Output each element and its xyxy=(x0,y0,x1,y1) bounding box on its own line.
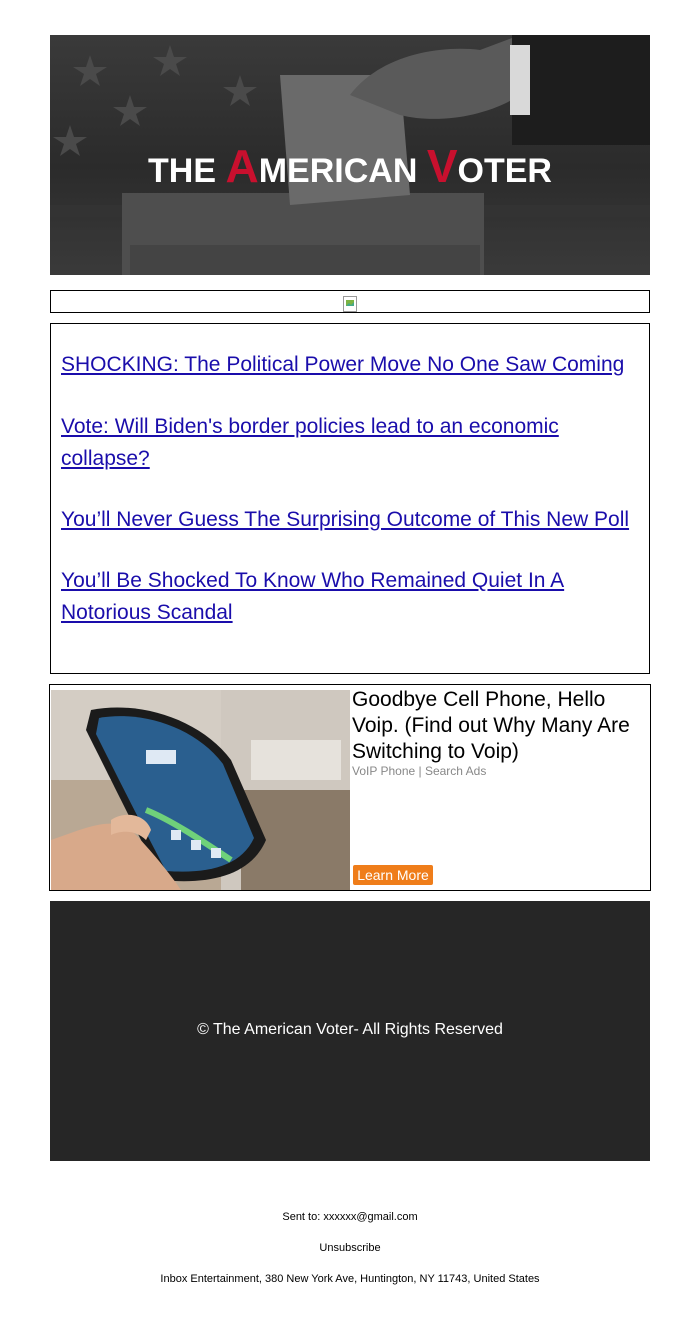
unsubscribe-line: Unsubscribe xyxy=(0,1242,700,1254)
logo-text: OTER xyxy=(457,152,552,190)
ad-image-flexible-phone[interactable] xyxy=(51,690,350,890)
ad-source: VoIP Phone | Search Ads xyxy=(352,764,487,778)
logo-text: MERICAN xyxy=(258,152,427,190)
broken-image-banner[interactable] xyxy=(50,290,650,313)
sent-to-email: xxxxxx@gmail.com xyxy=(323,1211,418,1223)
headline-link[interactable]: SHOCKING: The Political Power Move No On… xyxy=(61,349,641,381)
headline-link[interactable]: You’ll Be Shocked To Know Who Remained Q… xyxy=(61,565,641,629)
broken-image-icon xyxy=(343,296,357,312)
logo-text: THE xyxy=(148,152,226,190)
footer-block: © The American Voter- All Rights Reserve… xyxy=(50,901,650,1161)
logo-a-letter: A xyxy=(225,140,259,192)
headline-link[interactable]: Vote: Will Biden's border policies lead … xyxy=(61,411,641,475)
logo-v-checkmark: V xyxy=(426,140,458,192)
postal-address: Inbox Entertainment, 380 New York Ave, H… xyxy=(160,1273,540,1285)
headline-link[interactable]: You’ll Never Guess The Surprising Outcom… xyxy=(61,504,641,536)
sent-to-line: Sent to: xxxxxx@gmail.com xyxy=(0,1211,700,1223)
sponsored-ad[interactable]: Goodbye Cell Phone, Hello Voip. (Find ou… xyxy=(49,684,651,891)
learn-more-button[interactable]: Learn More xyxy=(353,865,433,885)
sent-to-label: Sent to: xyxy=(282,1211,321,1223)
headline-links-box: SHOCKING: The Political Power Move No On… xyxy=(50,323,650,674)
copyright-text: © The American Voter- All Rights Reserve… xyxy=(197,1021,503,1038)
header-banner: THE AMERICAN VOTER xyxy=(50,35,650,275)
site-logo: THE AMERICAN VOTER xyxy=(50,139,650,193)
unsubscribe-link[interactable]: Unsubscribe xyxy=(319,1242,380,1254)
ad-title[interactable]: Goodbye Cell Phone, Hello Voip. (Find ou… xyxy=(352,687,648,765)
